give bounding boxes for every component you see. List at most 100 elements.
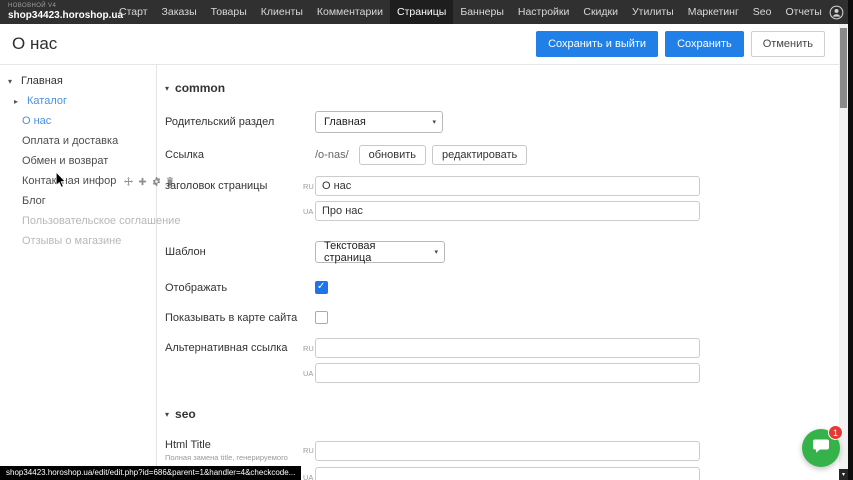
- section-seo-title: seo: [175, 407, 196, 421]
- sidebar-item-payment-delivery[interactable]: Оплата и доставка: [0, 131, 156, 151]
- html-title-ru-input[interactable]: [315, 441, 700, 461]
- lang-ru-label: RU: [303, 182, 315, 191]
- alt-link-ru-input[interactable]: [315, 338, 700, 358]
- brand-domain: shop34423.horoshop.ua: [8, 10, 102, 21]
- chevron-down-icon: ▾: [165, 84, 169, 93]
- template-row: Шаблон Текстовая страница ▾: [165, 241, 853, 263]
- sidebar-item-user-agreement[interactable]: Пользовательское соглашение: [0, 211, 156, 231]
- html-title-hint: Полная замена title, генерируемого: [165, 453, 303, 462]
- sidebar-item-home[interactable]: ▾ Главная: [0, 71, 156, 91]
- lang-ru-label: RU: [303, 446, 315, 455]
- page-title-label: заголовок страницы: [165, 180, 303, 192]
- page-title: О нас: [12, 34, 57, 54]
- nav-banners[interactable]: Баннеры: [453, 0, 511, 24]
- nav-orders[interactable]: Заказы: [155, 0, 204, 24]
- chat-bubble-icon: [811, 436, 831, 461]
- parent-section-row: Родительский раздел Главная ▾: [165, 111, 853, 133]
- chevron-down-icon: ▾: [434, 248, 438, 256]
- add-icon[interactable]: [138, 177, 147, 186]
- nav-seo[interactable]: Seo: [746, 0, 779, 24]
- page-scrollbar[interactable]: ▾: [839, 24, 848, 480]
- move-icon[interactable]: [124, 177, 133, 186]
- section-common-title: common: [175, 81, 225, 95]
- expand-arrow-icon[interactable]: ▸: [14, 97, 22, 106]
- selected-value: Текстовая страница: [324, 240, 424, 264]
- scroll-down-icon: ▾: [842, 471, 845, 478]
- url-value: /o-nas/: [315, 149, 349, 161]
- main-layout: ▾ Главная ▸ Каталог О нас Оплата и доста…: [0, 65, 853, 480]
- brand[interactable]: НОВОВНОЙ V4 shop34423.horoshop.ua: [0, 0, 112, 24]
- nav-reports[interactable]: Отчеты: [778, 0, 828, 24]
- page-header: О нас Сохранить и выйти Сохранить Отмени…: [0, 24, 853, 65]
- nav-pages[interactable]: Страницы: [390, 0, 453, 24]
- nav-marketing[interactable]: Маркетинг: [681, 0, 746, 24]
- sitemap-row: Показывать в карте сайта: [165, 311, 853, 324]
- html-title-ru-row: Html Title Полная замена title, генериру…: [165, 439, 853, 462]
- save-button[interactable]: Сохранить: [665, 31, 744, 57]
- user-icon[interactable]: [829, 5, 844, 20]
- sitemap-checkbox[interactable]: [315, 311, 328, 324]
- header-actions: Сохранить и выйти Сохранить Отменить: [536, 31, 841, 57]
- url-edit-button[interactable]: редактировать: [432, 145, 527, 165]
- html-title-label: Html Title: [165, 439, 303, 451]
- brand-version-label: НОВОВНОЙ V4: [8, 3, 102, 10]
- sidebar-item-blog[interactable]: Блог: [0, 191, 156, 211]
- display-label: Отображать: [165, 282, 303, 294]
- nav-products[interactable]: Товары: [204, 0, 254, 24]
- lang-ua-label: UA: [303, 473, 315, 480]
- pages-tree-sidebar: ▾ Главная ▸ Каталог О нас Оплата и доста…: [0, 65, 157, 480]
- lang-ua-label: UA: [303, 369, 315, 378]
- sidebar-item-label: Блог: [22, 195, 46, 207]
- sidebar-item-about[interactable]: О нас: [0, 111, 156, 131]
- chat-widget-button[interactable]: 1: [802, 429, 840, 467]
- sidebar-item-label: Главная: [21, 75, 63, 87]
- sidebar-item-exchange-return[interactable]: Обмен и возврат: [0, 151, 156, 171]
- chevron-down-icon: ▾: [165, 410, 169, 419]
- page-title-ru-input[interactable]: [315, 176, 700, 196]
- save-and-exit-button[interactable]: Сохранить и выйти: [536, 31, 658, 57]
- chat-unread-badge: 1: [828, 425, 843, 440]
- sidebar-item-label: Отзывы о магазине: [22, 235, 121, 247]
- nav-comments[interactable]: Комментарии: [310, 0, 390, 24]
- lang-ua-label: UA: [303, 207, 315, 216]
- alt-link-ru-row: Альтернативная ссылка RU: [165, 338, 853, 358]
- template-label: Шаблон: [165, 246, 303, 258]
- page-title-ru-row: заголовок страницы RU: [165, 176, 853, 196]
- parent-section-select[interactable]: Главная ▾: [315, 111, 443, 133]
- sitemap-label: Показывать в карте сайта: [165, 312, 303, 324]
- lang-ru-label: RU: [303, 344, 315, 353]
- sidebar-item-catalog[interactable]: ▸ Каталог: [0, 91, 156, 111]
- nav-clients[interactable]: Клиенты: [254, 0, 310, 24]
- nav-utilities[interactable]: Утилиты: [625, 0, 681, 24]
- collapse-arrow-icon[interactable]: ▾: [8, 77, 16, 86]
- alt-link-ua-input[interactable]: [315, 363, 700, 383]
- topbar: НОВОВНОЙ V4 shop34423.horoshop.ua Старт …: [0, 0, 853, 24]
- scrollbar-down-button[interactable]: ▾: [839, 469, 848, 480]
- url-row: Ссылка /o-nas/ обновить редактировать: [165, 145, 853, 165]
- sidebar-item-label: О нас: [22, 115, 51, 127]
- url-refresh-button[interactable]: обновить: [359, 145, 426, 165]
- scrollbar-thumb[interactable]: [840, 28, 847, 108]
- cancel-button[interactable]: Отменить: [751, 31, 825, 57]
- parent-section-label: Родительский раздел: [165, 116, 303, 128]
- nav-start[interactable]: Старт: [112, 0, 155, 24]
- nav-settings[interactable]: Настройки: [511, 0, 577, 24]
- alt-link-ua-row: UA: [165, 363, 853, 383]
- browser-status-url: shop34423.horoshop.ua/edit/edit.php?id=6…: [0, 466, 301, 480]
- sidebar-item-contact-info[interactable]: Контактная инфор: [0, 171, 156, 191]
- page-title-ua-input[interactable]: [315, 201, 700, 221]
- section-common-header[interactable]: ▾ common: [165, 81, 853, 95]
- html-title-ua-input[interactable]: [315, 467, 700, 480]
- sidebar-item-label: Контактная инфор: [22, 175, 116, 187]
- template-select[interactable]: Текстовая страница ▾: [315, 241, 445, 263]
- alt-link-label: Альтернативная ссылка: [165, 342, 303, 354]
- sidebar-item-label: Оплата и доставка: [22, 135, 118, 147]
- sidebar-item-label: Каталог: [27, 95, 67, 107]
- chevron-down-icon: ▾: [432, 118, 436, 126]
- selected-value: Главная: [324, 116, 366, 128]
- nav-discounts[interactable]: Скидки: [576, 0, 625, 24]
- display-checkbox[interactable]: [315, 281, 328, 294]
- sidebar-item-reviews[interactable]: Отзывы о магазине: [0, 231, 156, 251]
- section-seo-header[interactable]: ▾ seo: [165, 407, 853, 421]
- screen-edge: [848, 0, 853, 480]
